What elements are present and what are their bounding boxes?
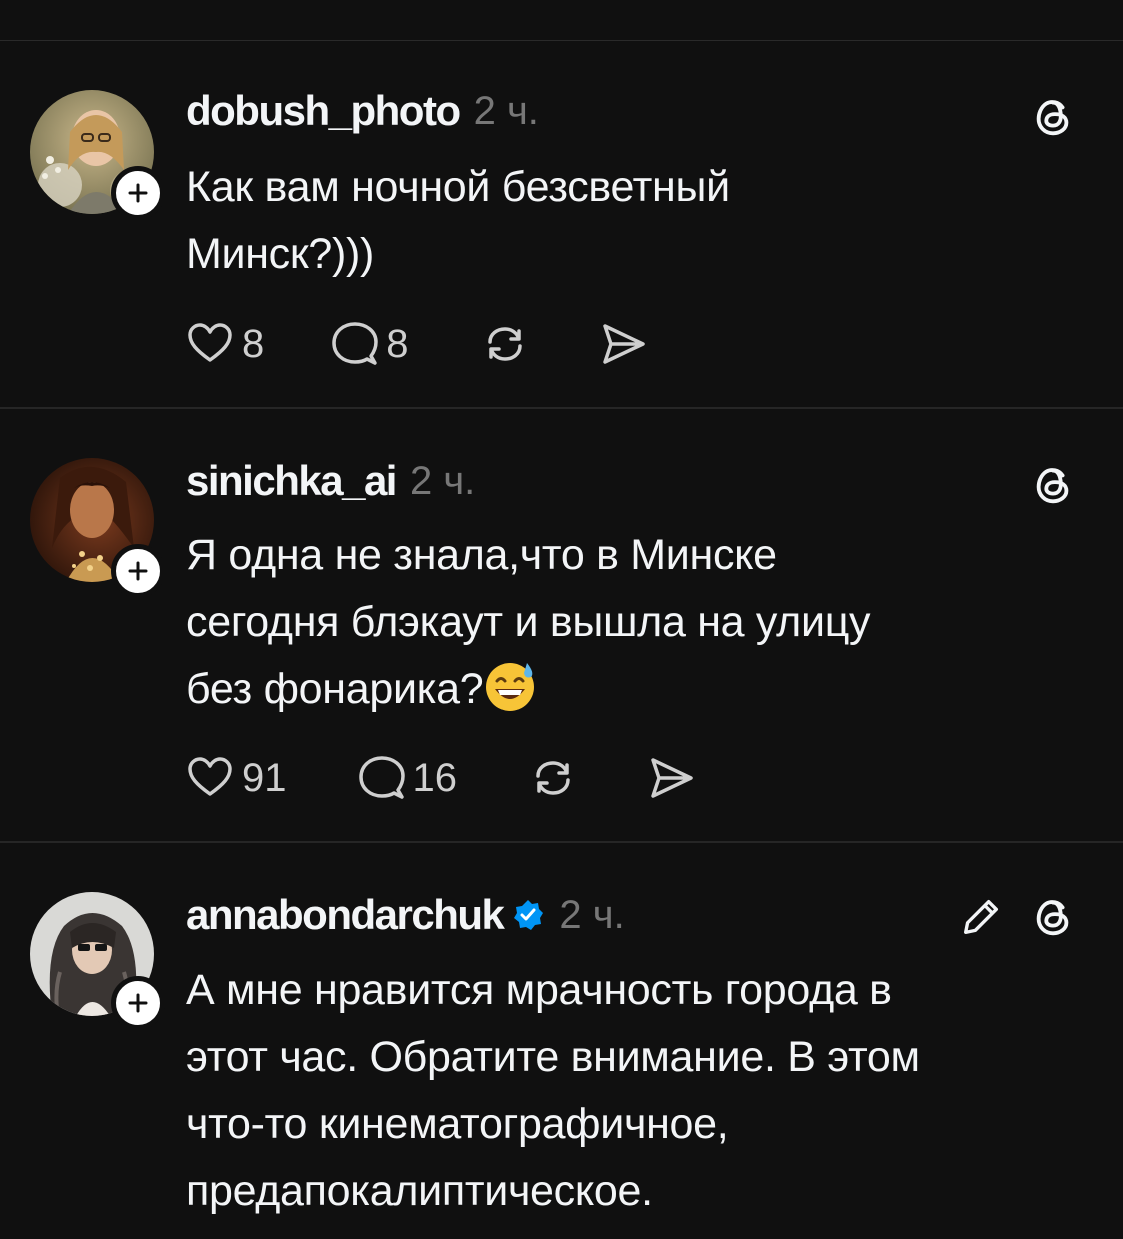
- post-header: dobush_photo 2 ч.: [186, 86, 539, 136]
- like-count: 91: [242, 755, 287, 800]
- divider: [0, 841, 1123, 843]
- text-line: Я одна не знала,что в Минске: [186, 531, 777, 579]
- text-line: Как вам ночной безсветный: [186, 163, 730, 211]
- post-text: А мне нравится мрачность города в этот ч…: [186, 957, 1086, 1225]
- text-line: этот час. Обратите внимание. В этом: [186, 1033, 920, 1081]
- like-button[interactable]: 8: [186, 320, 264, 368]
- heart-icon: [188, 323, 232, 362]
- timestamp: 2 ч.: [559, 892, 625, 937]
- follow-plus-icon[interactable]: [111, 976, 165, 1030]
- divider: [0, 40, 1123, 41]
- repost-icon: [536, 761, 570, 795]
- username[interactable]: sinichka_ai: [186, 457, 397, 505]
- action-bar: 91 16: [186, 748, 695, 808]
- threads-icon[interactable]: [1030, 94, 1076, 140]
- username[interactable]: annabondarchuk: [186, 891, 505, 939]
- send-icon: [602, 324, 645, 364]
- text-line: Минск?))): [186, 230, 375, 278]
- text-fragment: без фонарика?: [186, 665, 484, 713]
- grinning-sweat-emoji: [486, 663, 535, 711]
- threads-icon[interactable]: [1030, 894, 1076, 940]
- post-text: Я одна не знала,что в Минске сегодня блэ…: [186, 522, 1086, 723]
- timestamp: 2 ч.: [473, 88, 539, 133]
- action-bar: 8 8: [186, 314, 647, 374]
- follow-plus-icon[interactable]: [111, 166, 165, 220]
- pencil-icon[interactable]: [958, 894, 1004, 940]
- reply-count: 8: [386, 321, 409, 366]
- text-line: сегодня блэкаут и вышла на улицу: [186, 598, 871, 646]
- verified-badge-icon: [514, 900, 544, 930]
- threads-feed: dobush_photo 2 ч. Как вам ночной безсвет…: [0, 0, 1123, 1239]
- send-icon: [651, 758, 693, 798]
- reply-button[interactable]: 16: [357, 754, 458, 802]
- text-line: без фонарика?: [186, 656, 1086, 723]
- username[interactable]: dobush_photo: [186, 87, 461, 135]
- repost-button[interactable]: [481, 320, 529, 368]
- text-line: что-то кинематографичное,: [186, 1100, 729, 1148]
- post-header: annabondarchuk 2 ч.: [186, 890, 625, 940]
- repost-icon: [487, 327, 522, 361]
- text-line: А мне нравится мрачность города в: [186, 966, 892, 1014]
- like-button[interactable]: 91: [186, 754, 287, 802]
- reply-count: 16: [412, 755, 458, 800]
- heart-icon: [188, 757, 232, 796]
- divider: [0, 407, 1123, 409]
- threads-icon[interactable]: [1030, 462, 1076, 508]
- comment-icon: [332, 322, 378, 365]
- text-line: предапокалиптическое.: [186, 1167, 653, 1215]
- timestamp: 2 ч.: [409, 458, 476, 503]
- share-button[interactable]: [599, 320, 647, 368]
- comment-icon: [358, 756, 405, 799]
- follow-plus-icon[interactable]: [111, 544, 165, 598]
- post-header: sinichka_ai 2 ч.: [186, 456, 475, 506]
- repost-button[interactable]: [529, 754, 577, 802]
- reply-button[interactable]: 8: [330, 320, 409, 368]
- post-text: Как вам ночной безсветный Минск?))): [186, 154, 1086, 288]
- share-button[interactable]: [647, 754, 695, 802]
- like-count: 8: [242, 321, 265, 366]
